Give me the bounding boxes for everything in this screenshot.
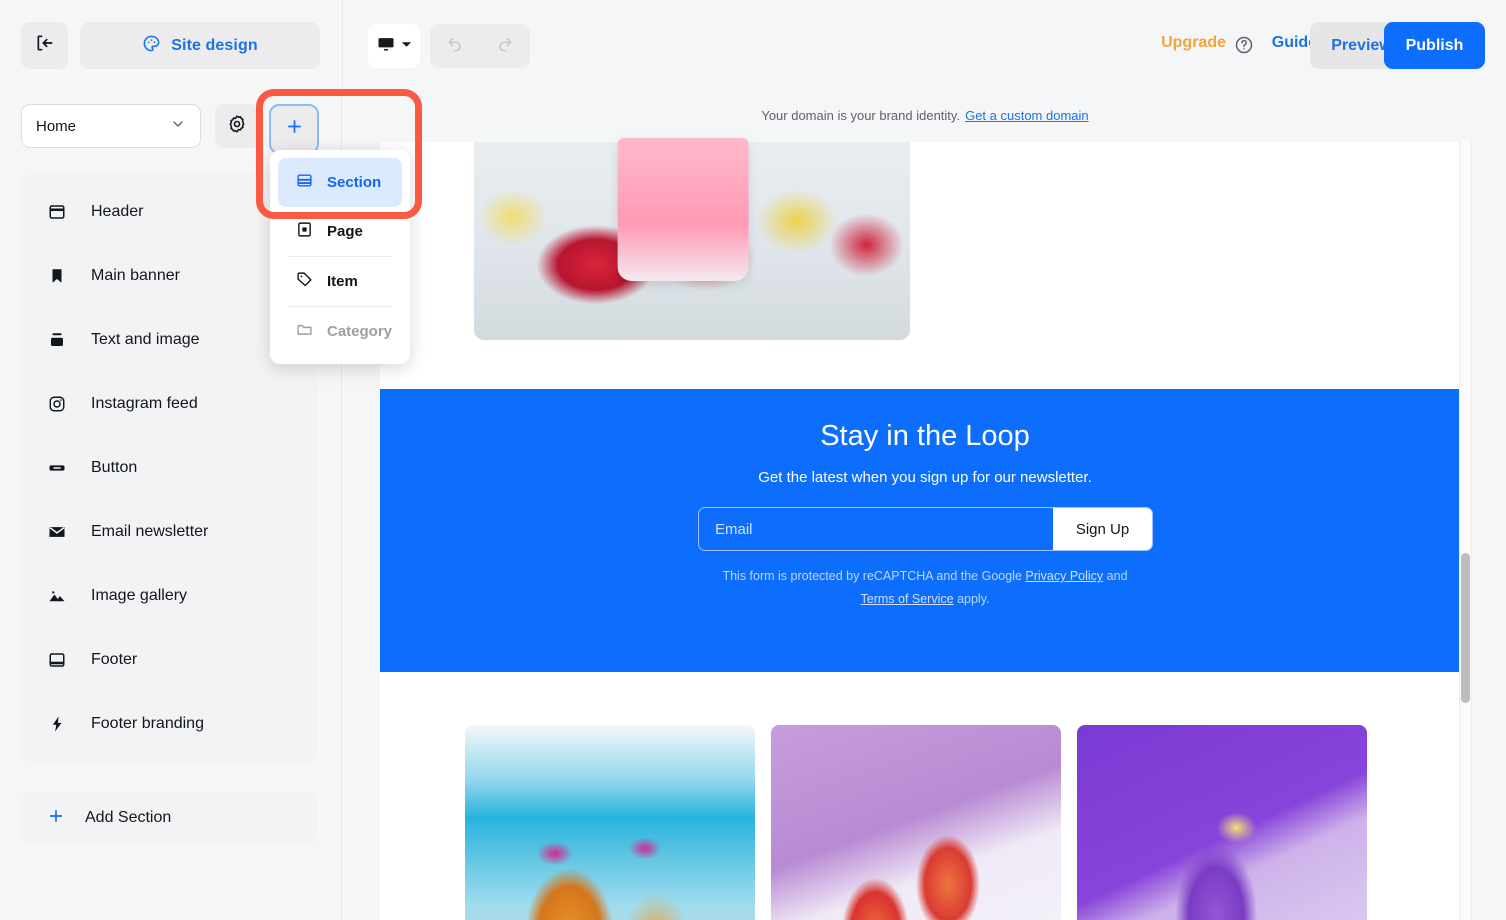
page-selector-dropdown[interactable]: Home (21, 104, 201, 148)
newsletter-email-input[interactable] (699, 508, 1053, 550)
newsletter-subtitle: Get the latest when you sign up for our … (758, 469, 1092, 486)
palette-icon (142, 34, 161, 58)
sidebar-item-label: Text and image (91, 331, 200, 348)
desktop-icon (376, 34, 396, 59)
envelope-icon (47, 523, 67, 541)
add-section-label: Add Section (85, 809, 172, 826)
gallery-image (771, 725, 1061, 920)
newsletter-legal-text: This form is protected by reCAPTCHA and … (380, 565, 1470, 611)
chevron-down-icon (170, 116, 186, 137)
menu-item-page[interactable]: Page (278, 207, 402, 256)
publish-button[interactable]: Publish (1384, 22, 1485, 69)
legal-suffix: apply. (953, 592, 990, 606)
bookmark-icon (47, 267, 67, 285)
menu-item-label: Item (327, 273, 358, 290)
email-newsletter-section: Stay in the Loop Get the latest when you… (380, 389, 1470, 672)
redo-button[interactable] (485, 26, 525, 66)
device-selector-button[interactable] (368, 24, 420, 68)
sidebar-item-button[interactable]: Button (21, 436, 318, 500)
add-button[interactable] (269, 104, 319, 154)
redo-arrow-icon (495, 34, 515, 59)
page-selector-value: Home (36, 117, 77, 135)
site-design-label: Site design (171, 36, 258, 54)
newsletter-signup-form: Sign Up (698, 507, 1153, 551)
image-gallery-icon (47, 587, 67, 605)
sidebar-item-label: Footer (91, 651, 138, 668)
instagram-icon (47, 395, 67, 413)
menu-item-item[interactable]: Item (278, 257, 402, 306)
sidebar-item-footer-branding[interactable]: Footer branding (21, 692, 318, 756)
menu-item-label: Page (327, 223, 363, 240)
newsletter-title: Stay in the Loop (820, 420, 1030, 452)
sidebar-item-label: Main banner (91, 267, 180, 284)
upgrade-link[interactable]: Upgrade (1161, 34, 1226, 52)
page-icon (296, 221, 313, 243)
menu-item-label: Section (327, 174, 382, 191)
gallery-image (465, 725, 755, 920)
collapse-panel-button[interactable] (21, 22, 68, 69)
menu-item-category: Category (278, 307, 402, 356)
vertical-scrollbar-track[interactable] (1459, 140, 1472, 920)
page-settings-button[interactable] (215, 104, 259, 148)
hero-image (474, 142, 910, 340)
undo-button[interactable] (435, 26, 475, 66)
tag-icon (296, 271, 313, 293)
gear-icon (227, 114, 247, 139)
sidebar-item-email-newsletter[interactable]: Email newsletter (21, 500, 318, 564)
menu-item-section[interactable]: Section (278, 158, 402, 207)
sidebar-item-label: Footer branding (91, 715, 204, 732)
sidebar-item-label: Button (91, 459, 138, 476)
collapse-panel-icon (35, 33, 55, 58)
legal-prefix: This form is protected by reCAPTCHA and … (722, 569, 1026, 583)
sidebar-item-label: Header (91, 203, 144, 220)
vertical-scrollbar-thumb[interactable] (1461, 553, 1470, 703)
sidebar-item-image-gallery[interactable]: Image gallery (21, 564, 318, 628)
gallery-image (1077, 725, 1367, 920)
plus-icon (47, 807, 65, 830)
section-icon (296, 172, 313, 194)
history-button-group (430, 24, 530, 68)
undo-arrow-icon (445, 34, 465, 59)
domain-banner-text: Your domain is your brand identity. (761, 107, 961, 123)
sidebar-item-instagram-feed[interactable]: Instagram feed (21, 372, 318, 436)
privacy-policy-link[interactable]: Privacy Policy (1025, 569, 1103, 583)
header-block-icon (47, 203, 67, 221)
folder-icon (296, 321, 313, 343)
button-icon (47, 459, 67, 477)
domain-promo-banner: Your domain is your brand identity. Get … (380, 88, 1470, 142)
terms-of-service-link[interactable]: Terms of Service (861, 592, 954, 606)
newsletter-signup-button[interactable]: Sign Up (1053, 508, 1152, 550)
lightning-bolt-icon (47, 715, 67, 733)
top-toolbar: Site design Upgrade Guides Preview Publi… (0, 0, 1506, 92)
sidebar-item-label: Image gallery (91, 587, 188, 604)
sidebar-item-label: Instagram feed (91, 395, 198, 412)
add-dropdown-menu: Section Page Item Category (270, 150, 410, 364)
text-image-icon (47, 331, 67, 349)
sidebar-item-footer[interactable]: Footer (21, 628, 318, 692)
add-section-button[interactable]: Add Section (21, 792, 318, 844)
footer-block-icon (47, 651, 67, 669)
site-preview-canvas: Your domain is your brand identity. Get … (380, 88, 1470, 920)
menu-item-label: Category (327, 323, 393, 340)
site-design-button[interactable]: Site design (80, 22, 320, 69)
legal-and: and (1103, 569, 1128, 583)
plus-icon (285, 117, 304, 141)
get-custom-domain-link[interactable]: Get a custom domain (965, 108, 1089, 123)
question-circle-icon[interactable] (1234, 35, 1254, 60)
sidebar-item-label: Email newsletter (91, 523, 209, 540)
chevron-down-icon (401, 37, 412, 55)
site-content: Stay in the Loop Get the latest when you… (380, 142, 1470, 920)
toolbar-divider (342, 0, 343, 92)
